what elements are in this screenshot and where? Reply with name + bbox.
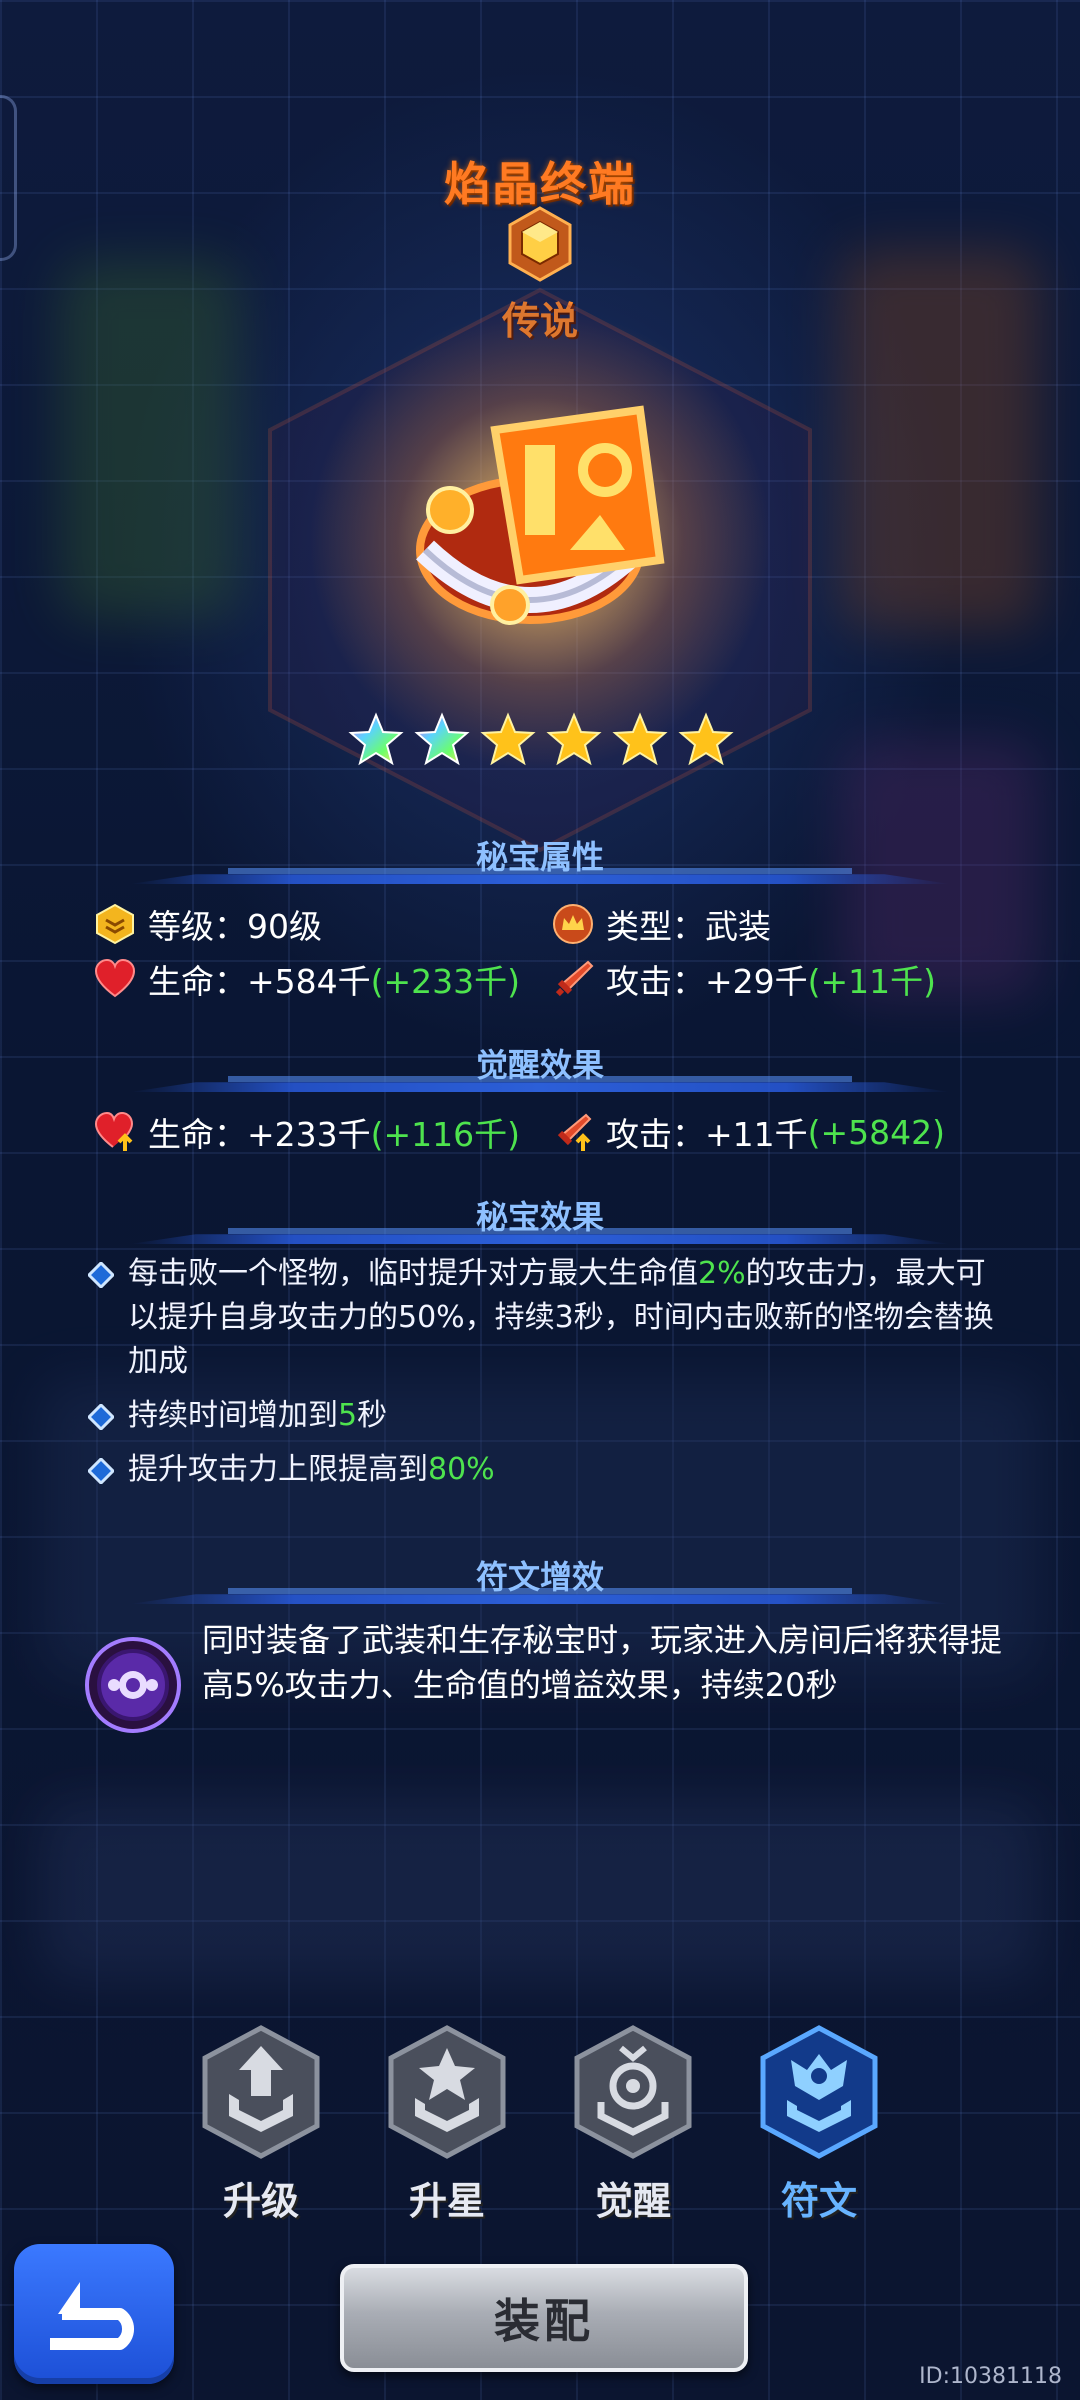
gold-star-icon	[678, 712, 734, 766]
gold-star-icon	[546, 712, 602, 766]
section-header-rune: 符文增效	[130, 1550, 950, 1604]
equip-button[interactable]: 装配	[340, 2264, 748, 2372]
tab-upgrade[interactable]: 升级	[196, 2024, 326, 2223]
heart-icon	[94, 958, 136, 998]
star-rating	[348, 712, 734, 768]
effect-item: 持续时间增加到5秒	[88, 1394, 1008, 1438]
tab-awaken[interactable]: 觉醒	[568, 2024, 698, 2223]
awaken-icon	[574, 2025, 692, 2159]
upgrade-icon	[202, 2025, 320, 2159]
tab-label: 升星	[408, 2179, 485, 2223]
effect-item: 每击败一个怪物，临时提升对方最大生命值2%的攻击力，最大可以提升自身攻击力的50…	[88, 1252, 1008, 1384]
section-header-awaken: 觉醒效果	[130, 1038, 950, 1092]
attack-row: 攻击： +29千 (+11千)	[552, 955, 936, 1003]
section-title: 秘宝效果	[475, 1198, 604, 1236]
awaken-hp-row: 生命： +233千 (+116千)	[94, 1108, 520, 1156]
back-button[interactable]	[14, 2244, 174, 2384]
heart-up-icon	[94, 1111, 134, 1151]
rune-emblem-icon[interactable]	[84, 1636, 182, 1734]
section-title: 觉醒效果	[475, 1046, 604, 1084]
level-row: 等级： 90级	[94, 900, 322, 948]
equip-button-label: 装配	[494, 2294, 594, 2348]
sword-up-icon	[557, 1113, 592, 1151]
user-id: ID:10381118	[919, 2364, 1062, 2389]
rune-icon	[760, 2025, 878, 2159]
section-header-properties: 秘宝属性	[130, 830, 950, 884]
diamond-bullet-icon	[88, 1262, 114, 1288]
hp-row: 生命： +584千 (+233千)	[94, 955, 520, 1003]
rainbow-star-icon	[348, 712, 404, 766]
item-name: 焰晶终端	[444, 157, 636, 211]
effect-item: 提升攻击力上限提高到80%	[88, 1448, 1008, 1492]
tab-label: 升级	[222, 2179, 299, 2223]
star-up-icon	[388, 2025, 506, 2159]
tab-star-up[interactable]: 升星	[382, 2024, 512, 2223]
flame-crystal-terminal-icon[interactable]	[400, 400, 690, 690]
rune-description: 同时装备了武装和生存秘宝时，玩家进入房间后将获得提高5%攻击力、生命值的增益效果…	[202, 1621, 1003, 1704]
rainbow-star-icon	[414, 712, 470, 766]
section-title: 符文增效	[475, 1558, 604, 1596]
tab-rune[interactable]: 符文	[754, 2024, 884, 2223]
diamond-bullet-icon	[88, 1404, 114, 1430]
blurred-tile	[40, 1800, 1040, 1980]
tab-label: 符文	[780, 2179, 857, 2223]
level-icon	[96, 903, 134, 945]
diamond-bullet-icon	[88, 1458, 114, 1484]
crown-icon	[553, 904, 593, 944]
sword-icon	[555, 960, 594, 997]
section-title: 秘宝属性	[475, 838, 604, 876]
tab-label: 觉醒	[594, 2179, 671, 2223]
type-row: 类型： 武装	[552, 900, 771, 948]
back-arrow-icon	[50, 2282, 134, 2350]
gold-star-icon	[612, 712, 668, 766]
gold-star-icon	[480, 712, 536, 766]
section-header-effect: 秘宝效果	[130, 1190, 950, 1244]
awaken-attack-row: 攻击： +11千 (+5842)	[552, 1108, 945, 1156]
